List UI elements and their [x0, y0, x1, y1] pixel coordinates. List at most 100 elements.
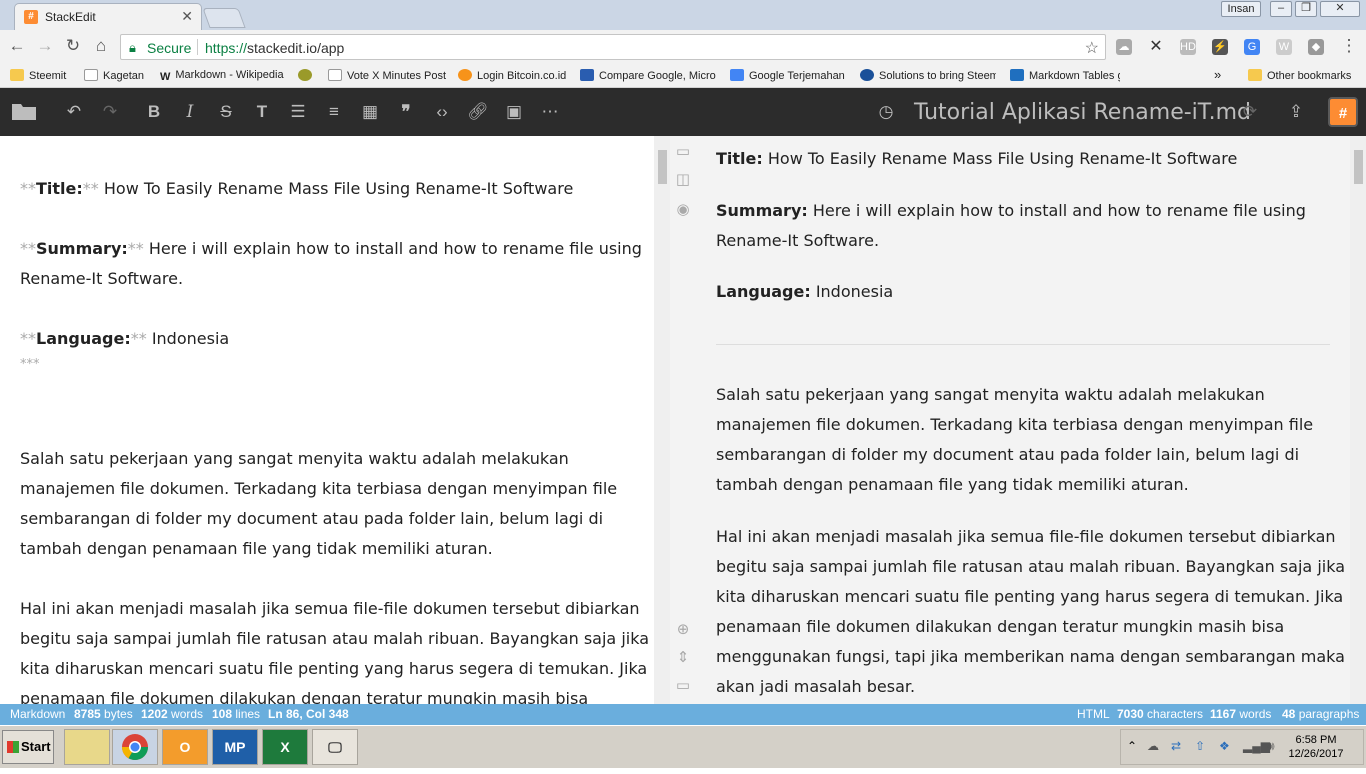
upload-icon[interactable]: ⇧	[1195, 739, 1205, 753]
excel-taskbar-icon[interactable]: X	[262, 729, 308, 765]
preview-language-line: Language: Indonesia	[716, 282, 894, 301]
browser-tab[interactable]: # StackEdit ✕	[14, 3, 202, 30]
window-icon[interactable]: ▭	[674, 676, 692, 694]
cloud-icon[interactable]: ☁	[1147, 739, 1159, 753]
volume-icon[interactable]: 🔊︎	[1267, 739, 1275, 754]
network-icon[interactable]: ⇄	[1171, 739, 1181, 753]
bold-icon[interactable]: B	[142, 101, 166, 123]
bookmark-star-icon[interactable]: ☆	[1085, 38, 1099, 58]
side-preview-toggle-icon[interactable]: ▭	[674, 142, 692, 160]
preview-paragraph-line: manajemen file dokumen. Terkadang kita t…	[716, 415, 1314, 434]
bookmark-item[interactable]: Markdown Tables gener	[1010, 69, 1120, 82]
minimize-icon[interactable]: –	[1270, 1, 1292, 17]
signal-icon[interactable]: ▂▄▆	[1243, 739, 1270, 753]
redo-icon[interactable]: ↷	[98, 101, 122, 123]
editor-scroll-thumb[interactable]	[658, 150, 667, 184]
dropbox-icon[interactable]: ❖	[1219, 739, 1230, 753]
bullet-list-icon[interactable]: ☰	[286, 101, 310, 123]
bookmark-item[interactable]: Kagetan	[84, 69, 144, 82]
folder-icon[interactable]	[10, 101, 38, 123]
monitor-taskbar-icon[interactable]: 🖵︎	[312, 729, 358, 765]
preview-title-line: Title: How To Easily Rename Mass File Us…	[716, 149, 1238, 168]
editor-title-line: **Title:** How To Easily Rename Mass Fil…	[20, 179, 574, 198]
address-bar[interactable]: 🔒︎ Secure https://stackedit.io/app ☆	[120, 34, 1106, 60]
windows-taskbar: Start O MP X 🖵︎ ⌃ ☁ ⇄ ⇧ ❖ ▂▄▆ 🔊︎ 6:58 PM…	[0, 725, 1366, 768]
bookmark-item[interactable]: Solutions to bring Steem	[860, 69, 996, 82]
start-button[interactable]: Start	[2, 730, 54, 764]
explorer-taskbar-icon[interactable]	[64, 729, 110, 765]
strikethrough-icon[interactable]: S	[214, 101, 238, 123]
clock[interactable]: 6:58 PM 12/26/2017	[1283, 733, 1349, 761]
undo-icon[interactable]: ↶	[62, 101, 86, 123]
extension-translate-icon[interactable]: G	[1244, 39, 1260, 55]
editor-summary-line-2: Rename-It Software.	[20, 269, 184, 288]
wikipedia-icon: W	[160, 71, 171, 83]
extension-bolt-icon[interactable]: ⚡	[1212, 39, 1228, 55]
bookmark-item[interactable]: Steemit	[10, 69, 66, 82]
profile-button[interactable]: Insan	[1221, 1, 1261, 17]
bookmark-item[interactable]: Vote X Minutes Post	[328, 69, 446, 82]
collapse-icon[interactable]: ⇕	[674, 648, 692, 666]
table-icon	[1010, 69, 1024, 81]
bookmark-item[interactable]: Login Bitcoin.co.id	[458, 69, 566, 82]
chrome-taskbar-icon[interactable]	[112, 729, 158, 765]
page-icon	[84, 69, 98, 81]
words-count: 1202 words	[141, 707, 204, 721]
sync-icon[interactable]: ⟳	[1238, 101, 1262, 123]
horizontal-rule-icon[interactable]: ⋯	[538, 101, 562, 123]
restore-icon[interactable]: ❐	[1295, 1, 1317, 17]
editor-scrollbar[interactable]	[654, 136, 670, 704]
bookmark-item[interactable]	[298, 69, 317, 82]
document-title[interactable]: Tutorial Aplikasi Rename-iT.md	[914, 100, 1251, 125]
reload-icon[interactable]: ↻	[62, 36, 84, 56]
preview-paragraph-line: tambah dengan penamaan file yang tidak m…	[716, 475, 1189, 494]
quote-icon[interactable]: ❞	[394, 101, 418, 123]
crosshair-icon[interactable]: ⊕	[674, 620, 692, 638]
editor-paragraph-line: begitu saja sampai jumlah file ratusan a…	[20, 629, 649, 648]
stackedit-menu-icon[interactable]: #	[1328, 97, 1358, 127]
code-icon[interactable]: ‹›	[430, 101, 454, 123]
markdown-editor[interactable]: **Title:** How To Easily Rename Mass Fil…	[0, 136, 654, 704]
italic-icon[interactable]: I	[178, 101, 202, 123]
other-bookmarks[interactable]: Other bookmarks	[1248, 69, 1351, 82]
table-icon[interactable]: ▦	[358, 101, 382, 123]
window-close-icon[interactable]: ✕	[1320, 1, 1360, 17]
eye-icon[interactable]: ◉	[674, 200, 692, 218]
preview-scrollbar[interactable]	[1350, 136, 1366, 704]
new-tab-button[interactable]	[202, 8, 246, 28]
extension-hd-icon[interactable]: HD	[1180, 39, 1196, 55]
extension-cloud-icon[interactable]: ☁	[1116, 39, 1132, 55]
publish-icon[interactable]: ⇪	[1284, 101, 1308, 123]
editor-paragraph-line: Salah satu pekerjaan yang sangat menyita…	[20, 449, 569, 468]
side-split-icon[interactable]: ◫	[674, 170, 692, 188]
preview-paragraph-line: Hal ini akan menjadi masalah jika semua …	[716, 527, 1336, 546]
browser-tab-strip: # StackEdit ✕ Insan – ❐ ✕	[0, 0, 1366, 30]
numbered-list-icon[interactable]: ≡	[322, 101, 346, 123]
extension-x-icon[interactable]: ✕	[1148, 39, 1164, 55]
paragraphs-count: 48 paragraphs	[1282, 707, 1360, 721]
extension-cube-icon[interactable]: ◆	[1308, 39, 1324, 55]
history-icon[interactable]: ◷	[874, 101, 898, 123]
image-icon[interactable]: ▣	[502, 101, 526, 123]
extension-wordpress-icon[interactable]: W	[1276, 39, 1292, 55]
bookmarks-bar: Steemit Kagetan W Markdown - Wikipedia Vo…	[0, 64, 1366, 88]
preview-paragraph-line: akan jadi masalah besar.	[716, 677, 916, 696]
preview-scroll-thumb[interactable]	[1354, 150, 1363, 184]
home-icon[interactable]: ⌂	[90, 36, 112, 56]
bookmark-item[interactable]: Google Terjemahan	[730, 69, 845, 82]
link-icon[interactable]: 🔗︎	[466, 101, 490, 123]
status-bar: Markdown 8785 bytes 1202 words 108 lines…	[0, 704, 1366, 725]
bookmark-item[interactable]: Compare Google, Micro	[580, 69, 716, 82]
bookmarks-overflow-button[interactable]: »	[1214, 67, 1221, 82]
heading-icon[interactable]: T	[250, 101, 274, 123]
tab-close-icon[interactable]: ✕	[181, 8, 193, 25]
tray-expand-icon[interactable]: ⌃	[1127, 739, 1137, 753]
chrome-menu-icon[interactable]: ⋮	[1338, 36, 1360, 56]
outlook-taskbar-icon[interactable]: O	[162, 729, 208, 765]
editor-language-line: **Language:** Indonesia	[20, 329, 230, 348]
mp-taskbar-icon[interactable]: MP	[212, 729, 258, 765]
forward-arrow-icon[interactable]: →	[34, 36, 56, 56]
url-text[interactable]: https://stackedit.io/app	[205, 40, 344, 56]
bookmark-item[interactable]: W Markdown - Wikipedia	[160, 69, 284, 83]
back-arrow-icon[interactable]: ←	[6, 36, 28, 56]
